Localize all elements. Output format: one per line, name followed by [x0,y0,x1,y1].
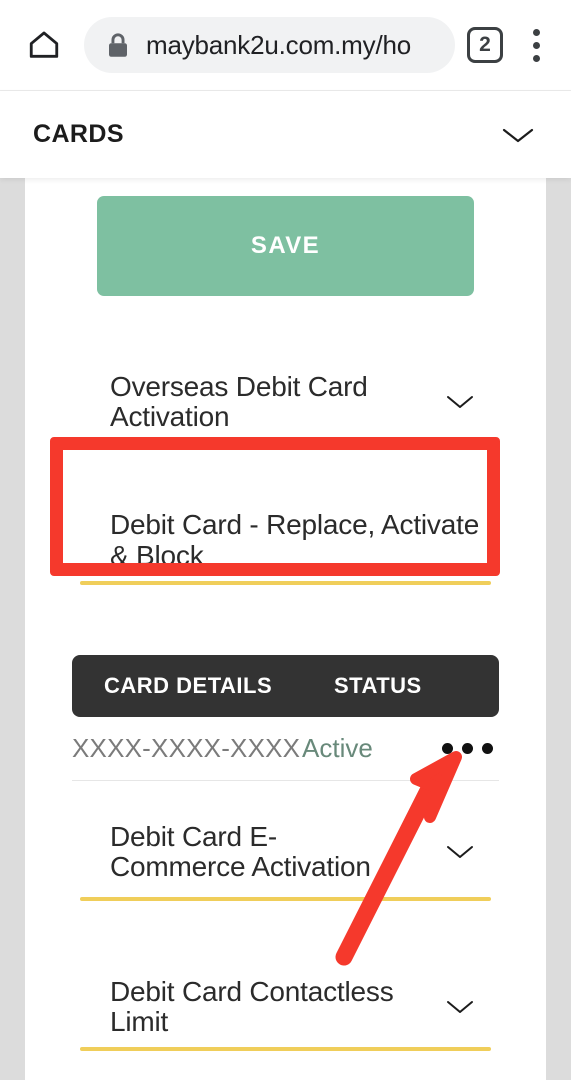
accordion-item-debit-card-e-commerce-activation[interactable]: Debit Card E-Commerce Activation [72,811,499,901]
kebab-dot [532,54,540,62]
chevron-down-icon[interactable] [498,123,538,147]
chevron-down-icon[interactable] [443,841,499,863]
overflow-dot [441,742,453,754]
accordion-header[interactable]: Debit Card - Replace, Activate & Block [72,494,499,580]
accordion-label: Debit Card Contactless Limit [110,975,394,1038]
accordion-item-debit-card-contactless-limit[interactable]: Debit Card Contactless Limit [72,971,499,1052]
accordion-header[interactable]: Debit Card Contactless Limit [72,971,499,1047]
kebab-dot [532,41,540,49]
address-bar-text: maybank2u.com.my/ho [146,29,411,60]
overflow-menu-icon[interactable] [435,742,499,754]
address-bar[interactable]: maybank2u.com.my/ho [84,17,455,73]
screen: maybank2u.com.my/ho 2 CARDS SAVE Oversea… [0,0,571,1080]
page-title: CARDS [33,120,124,148]
lock-icon [106,32,130,59]
chevron-down-icon[interactable] [443,391,499,413]
accordion-header[interactable]: Debit Card E-Commerce Activation [72,811,499,897]
save-button-wrapper: SAVE [25,178,546,296]
tab-counter-button[interactable]: 2 [467,27,503,63]
status-badge: Active [302,732,373,763]
home-icon[interactable] [22,23,66,67]
site-header: CARDS [0,91,571,178]
page-content: SAVE Overseas Debit Card Activation Debi… [25,178,546,1080]
cell-card-details: XXXX-XXXX-XXXX [72,732,301,763]
column-header-card-details: CARD DETAILS [104,672,273,698]
accordion-header[interactable]: Overseas Debit Card Activation [72,366,499,442]
kebab-menu-icon[interactable] [521,23,551,67]
browser-toolbar: maybank2u.com.my/ho 2 [0,0,571,91]
accordion-item-overseas-debit-card-activation[interactable]: Overseas Debit Card Activation [72,366,499,447]
accordion-list-lower: Debit Card E-Commerce Activation Debit C… [72,811,499,1052]
kebab-dot [532,28,540,36]
card-table: CARD DETAILS STATUS XXXX-XXXX-XXXX Activ… [72,654,499,781]
overflow-dot [461,742,473,754]
save-button[interactable]: SAVE [97,196,474,296]
overflow-dot [481,742,493,754]
column-header-status: STATUS [334,672,422,698]
accordion-label: Overseas Debit Card Activation [110,371,368,433]
chevron-down-icon[interactable] [443,996,499,1018]
accordion-item-debit-card-replace-activate-block[interactable]: Debit Card - Replace, Activate & Block [72,494,499,585]
card-table-header-row: CARD DETAILS STATUS [72,654,499,717]
table-row[interactable]: XXXX-XXXX-XXXX Active [72,717,499,781]
tab-counter-label: 2 [479,33,491,56]
accordion-label: Debit Card - Replace, Activate & Block [110,509,480,571]
accordion-list: Overseas Debit Card Activation Debit Car… [72,366,499,655]
accordion-divider [80,1047,491,1052]
accordion-label: Debit Card E-Commerce Activation [110,820,371,882]
